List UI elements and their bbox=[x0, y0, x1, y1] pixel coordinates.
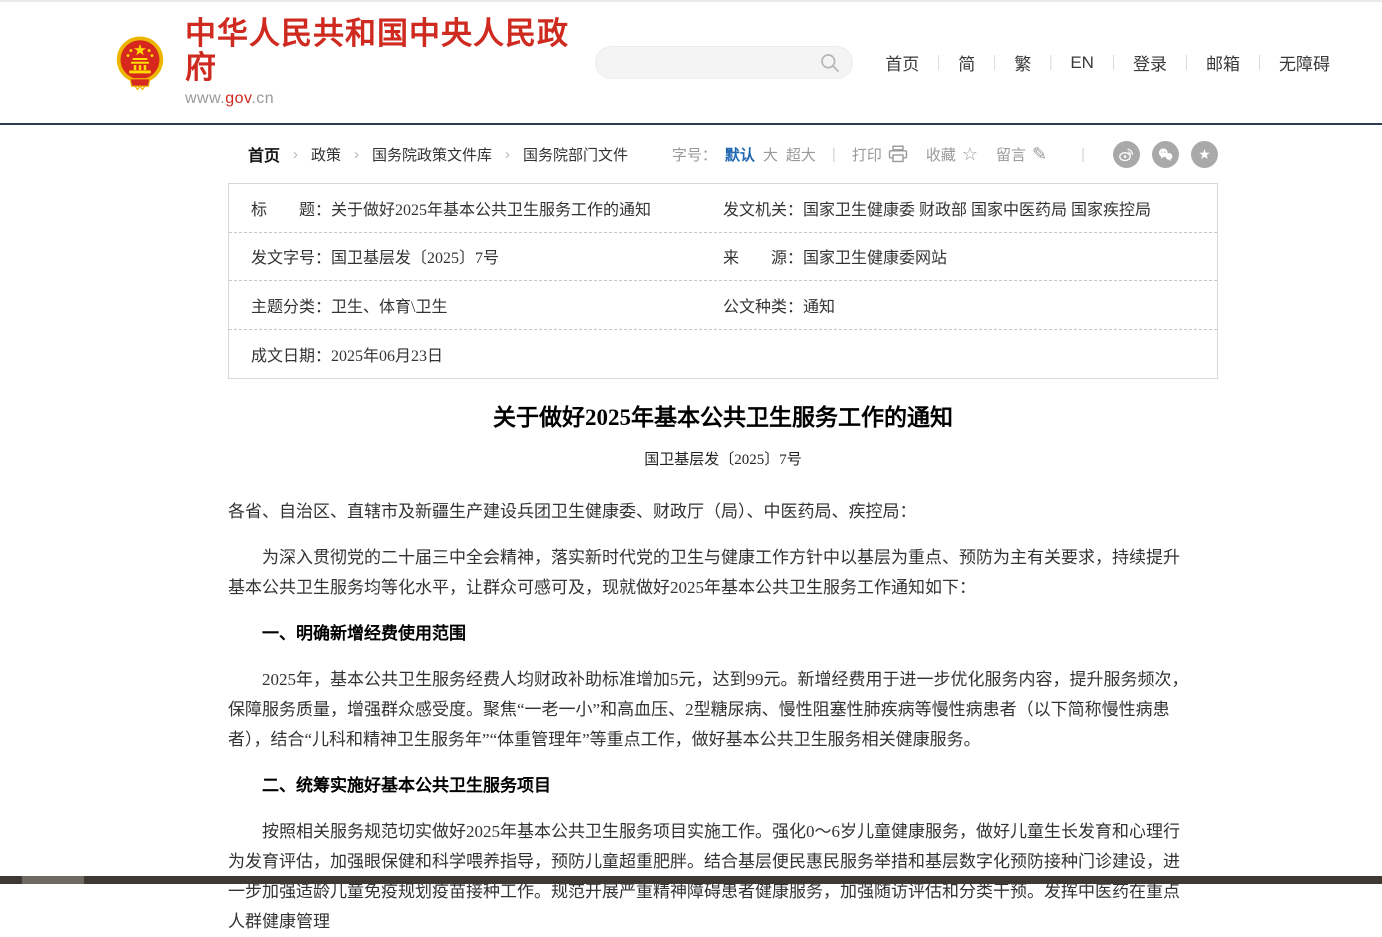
meta-cell-doc-number: 发文字号： 国卫基层发〔2025〕7号 bbox=[229, 244, 723, 268]
meta-value-source: 国家卫生健康委网站 bbox=[803, 244, 947, 268]
article-section1-heading: 一、明确新增经费使用范围 bbox=[228, 619, 1190, 649]
search-input[interactable] bbox=[612, 53, 820, 72]
meta-value-topic-category: 卫生、体育\卫生 bbox=[331, 293, 447, 317]
weibo-icon bbox=[1118, 146, 1135, 163]
meta-label: 成文日期： bbox=[251, 342, 331, 366]
share-qzone-button[interactable]: ★ bbox=[1191, 141, 1218, 168]
star-outline-icon: ☆ bbox=[962, 145, 978, 163]
meta-cell-source: 来 源： 国家卫生健康委网站 bbox=[723, 244, 1217, 268]
meta-cell-doc-type: 公文种类： 通知 bbox=[723, 293, 1217, 317]
meta-value-doc-number: 国卫基层发〔2025〕7号 bbox=[331, 244, 499, 268]
site-url: www.gov.cn bbox=[185, 90, 595, 108]
site-logo[interactable]: 中华人民共和国中央人民政府 www.gov.cn bbox=[113, 17, 595, 108]
breadcrumb-department-docs[interactable]: 国务院部门文件 bbox=[523, 144, 628, 165]
breadcrumb-chevron-icon: › bbox=[354, 146, 359, 163]
breadcrumb-policy[interactable]: 政策 bbox=[311, 144, 341, 165]
nav-item-simplified[interactable]: 简 bbox=[956, 50, 977, 75]
favorite-label: 收藏 bbox=[926, 144, 956, 165]
meta-label: 主题分类： bbox=[251, 293, 331, 317]
toolbar-separator: | bbox=[832, 146, 836, 163]
breadcrumb-toolbar-row: 首页 › 政策 › 国务院政策文件库 › 国务院部门文件 字号： 默认 大 超大… bbox=[228, 125, 1218, 183]
share-buttons: ★ bbox=[1101, 141, 1218, 168]
comment-label: 留言 bbox=[996, 144, 1026, 165]
nav-item-login[interactable]: 登录 bbox=[1131, 50, 1169, 75]
site-header: 中华人民共和国中央人民政府 www.gov.cn 首页 ｜ 简 ｜ 繁 ｜ EN… bbox=[0, 2, 1382, 123]
meta-row-title: 标 题： 关于做好2025年基本公共卫生服务工作的通知 发文机关： 国家卫生健康… bbox=[229, 184, 1217, 233]
site-title-block: 中华人民共和国中央人民政府 www.gov.cn bbox=[185, 17, 595, 108]
meta-value-doc-type: 通知 bbox=[803, 293, 835, 317]
bottom-window-edge bbox=[0, 876, 1382, 884]
nav-item-home[interactable]: 首页 bbox=[883, 50, 921, 75]
meta-cell-topic-category: 主题分类： 卫生、体育\卫生 bbox=[229, 293, 723, 317]
content-column: 首页 › 政策 › 国务院政策文件库 › 国务院部门文件 字号： 默认 大 超大… bbox=[228, 125, 1218, 937]
document-meta-table: 标 题： 关于做好2025年基本公共卫生服务工作的通知 发文机关： 国家卫生健康… bbox=[228, 183, 1218, 379]
search-box[interactable] bbox=[595, 46, 853, 79]
wechat-icon bbox=[1157, 146, 1174, 163]
article-intro-paragraph: 为深入贯彻党的二十届三中全会精神，落实新时代党的卫生与健康工作方针中以基层为重点… bbox=[228, 543, 1190, 603]
site-url-gov: gov bbox=[225, 90, 251, 107]
meta-row-doc-number: 发文字号： 国卫基层发〔2025〕7号 来 源： 国家卫生健康委网站 bbox=[229, 233, 1217, 282]
nav-item-mail[interactable]: 邮箱 bbox=[1204, 50, 1242, 75]
meta-row-date: 成文日期： 2025年06月23日 bbox=[229, 330, 1217, 379]
meta-cell-date: 成文日期： 2025年06月23日 bbox=[229, 342, 723, 366]
comment-button[interactable]: 留言 ✎ bbox=[996, 144, 1047, 165]
favorite-button[interactable]: 收藏 ☆ bbox=[926, 144, 978, 165]
article-title: 关于做好2025年基本公共卫生服务工作的通知 bbox=[228, 403, 1218, 433]
meta-value-issuing-agency: 国家卫生健康委 财政部 国家中医药局 国家疾控局 bbox=[803, 196, 1151, 220]
bottom-window-edge-segment bbox=[22, 876, 84, 884]
top-nav: 首页 ｜ 简 ｜ 繁 ｜ EN ｜ 登录 ｜ 邮箱 ｜ 无障碍 bbox=[883, 50, 1332, 75]
nav-item-traditional[interactable]: 繁 bbox=[1012, 50, 1033, 75]
meta-value-title: 关于做好2025年基本公共卫生服务工作的通知 bbox=[331, 196, 651, 220]
font-size-default[interactable]: 默认 bbox=[725, 144, 755, 165]
meta-value-date: 2025年06月23日 bbox=[331, 342, 443, 366]
meta-label: 发文字号： bbox=[251, 244, 331, 268]
search-icon[interactable] bbox=[820, 53, 840, 73]
meta-label: 标 题： bbox=[251, 196, 331, 220]
font-size-large[interactable]: 大 bbox=[763, 144, 778, 165]
breadcrumb-chevron-icon: › bbox=[293, 146, 298, 163]
page-toolbar: 字号： 默认 大 超大 | 打印 收藏 ☆ 留言 ✎ | bbox=[672, 141, 1218, 168]
breadcrumb-chevron-icon: › bbox=[505, 146, 510, 163]
nav-separator: ｜ bbox=[1252, 52, 1267, 73]
nav-separator: ｜ bbox=[1106, 52, 1121, 73]
toolbar-separator: | bbox=[1081, 146, 1085, 163]
nav-separator: ｜ bbox=[931, 52, 946, 73]
font-size-xlarge[interactable]: 超大 bbox=[786, 144, 816, 165]
meta-label: 发文机关： bbox=[723, 196, 803, 220]
meta-cell-title: 标 题： 关于做好2025年基本公共卫生服务工作的通知 bbox=[229, 196, 723, 220]
breadcrumb-home[interactable]: 首页 bbox=[248, 142, 280, 166]
font-size-label: 字号： bbox=[672, 144, 717, 165]
share-weibo-button[interactable] bbox=[1113, 141, 1140, 168]
print-label: 打印 bbox=[852, 144, 882, 165]
qzone-star-icon: ★ bbox=[1198, 147, 1211, 161]
header-right: 首页 ｜ 简 ｜ 繁 ｜ EN ｜ 登录 ｜ 邮箱 ｜ 无障碍 bbox=[595, 46, 1332, 79]
meta-label: 来 源： bbox=[723, 244, 803, 268]
article-salutation: 各省、自治区、直辖市及新疆生产建设兵团卫生健康委、财政厅（局）、中医药局、疾控局… bbox=[228, 497, 1190, 527]
nav-item-accessibility[interactable]: 无障碍 bbox=[1277, 50, 1332, 75]
print-button[interactable]: 打印 bbox=[852, 144, 908, 165]
meta-label: 公文种类： bbox=[723, 293, 803, 317]
article-body: 各省、自治区、直辖市及新疆生产建设兵团卫生健康委、财政厅（局）、中医药局、疾控局… bbox=[228, 497, 1218, 937]
nav-item-english[interactable]: EN bbox=[1068, 53, 1096, 73]
article-section1-paragraph: 2025年，基本公共卫生服务经费人均财政补助标准增加5元，达到99元。新增经费用… bbox=[228, 665, 1190, 755]
site-url-www: www. bbox=[185, 90, 225, 107]
meta-cell-issuing-agency: 发文机关： 国家卫生健康委 财政部 国家中医药局 国家疾控局 bbox=[723, 196, 1217, 220]
site-title[interactable]: 中华人民共和国中央人民政府 bbox=[185, 17, 595, 85]
nav-separator: ｜ bbox=[1179, 52, 1194, 73]
national-emblem-icon bbox=[113, 34, 167, 92]
site-url-cn: .cn bbox=[251, 90, 274, 107]
breadcrumb-policy-library[interactable]: 国务院政策文件库 bbox=[372, 144, 492, 165]
article-doc-number: 国卫基层发〔2025〕7号 bbox=[228, 448, 1218, 469]
share-wechat-button[interactable] bbox=[1152, 141, 1179, 168]
nav-separator: ｜ bbox=[1043, 52, 1058, 73]
article-section2-heading: 二、统筹实施好基本公共卫生服务项目 bbox=[228, 771, 1190, 801]
printer-icon bbox=[888, 145, 908, 163]
pencil-icon: ✎ bbox=[1032, 145, 1047, 163]
meta-row-topic-category: 主题分类： 卫生、体育\卫生 公文种类： 通知 bbox=[229, 281, 1217, 330]
article: 关于做好2025年基本公共卫生服务工作的通知 国卫基层发〔2025〕7号 各省、… bbox=[228, 403, 1218, 937]
nav-separator: ｜ bbox=[987, 52, 1002, 73]
